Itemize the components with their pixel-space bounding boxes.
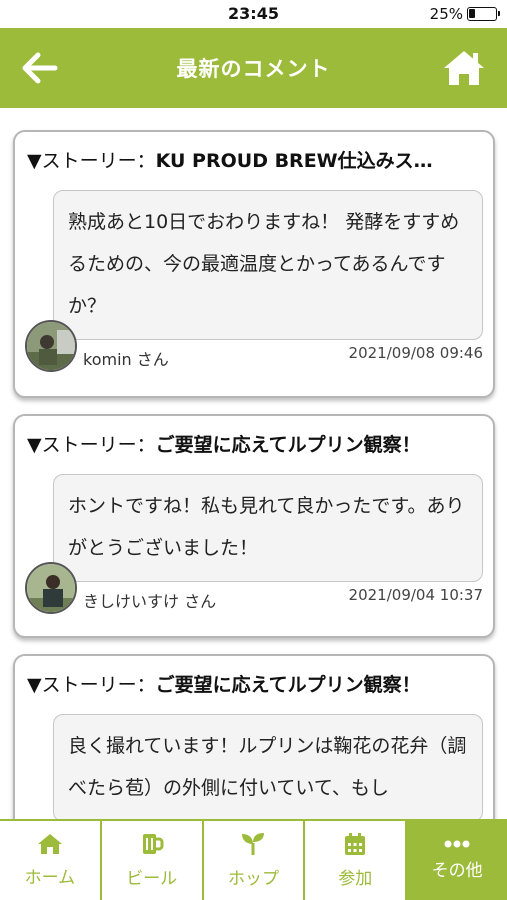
tab-home[interactable]: ホーム (0, 821, 102, 900)
comment-card[interactable]: ▼ストーリー：ご要望に応えてルプリン観察！ 良く撮れています！ルプリンは鞠花の花… (13, 654, 495, 819)
home-icon (444, 51, 484, 85)
tab-label: ホーム (24, 868, 76, 888)
tab-label: 参加 (338, 869, 373, 889)
page-title: 最新のコメント (176, 57, 331, 81)
avatar[interactable] (25, 562, 77, 614)
comment-meta: きしけいすけ さん 2021/09/04 10:37 (25, 562, 483, 614)
home-button[interactable] (441, 46, 487, 90)
user-name: komin さん (83, 350, 169, 369)
status-bar: 23:45 25% (0, 0, 507, 28)
tab-label: ビール (126, 869, 178, 889)
comment-meta: komin さん 2021/09/08 09:46 (25, 320, 483, 372)
story-link[interactable]: ▼ストーリー：ご要望に応えてルプリン観察！ (27, 430, 483, 460)
back-arrow-icon (22, 52, 58, 84)
comment-bubble: ホントですね！私も見れて良かったです。ありがとうございました！ (53, 474, 483, 582)
tab-other[interactable]: その他 (407, 821, 507, 900)
story-prefix: ▼ストーリー： (27, 674, 156, 696)
battery-indicator: 25% (429, 5, 500, 23)
beer-mug-icon (142, 834, 164, 854)
story-title: ご要望に応えてルプリン観察！ (155, 434, 421, 456)
battery-percent: 25% (429, 5, 463, 23)
comment-bubble: 熟成あと10日でおわりますね！ 発酵をすすめるための、今の最適温度とかってあるん… (53, 190, 483, 340)
story-prefix: ▼ストーリー： (27, 434, 156, 456)
avatar-photo (27, 564, 75, 612)
story-title: KU PROUD BREW仕込みス… (155, 150, 433, 172)
user-name: きしけいすけ さん (83, 592, 217, 611)
sprout-icon (242, 833, 265, 855)
comment-bubble: 良く撮れています！ルプリンは鞠花の花弁（調べたら苞）の外側に付いていて、もし (53, 714, 483, 819)
app-header: 最新のコメント (0, 28, 507, 108)
story-link[interactable]: ▼ストーリー：KU PROUD BREW仕込みス… (27, 146, 483, 176)
comment-card[interactable]: ▼ストーリー：ご要望に応えてルプリン観察！ ホントですね！私も見れて良かったです… (13, 414, 495, 638)
comment-date: 2021/09/08 09:46 (348, 344, 483, 362)
avatar-photo (27, 322, 75, 370)
comment-card[interactable]: ▼ストーリー：KU PROUD BREW仕込みス… 熟成あと10日でおわりますね… (13, 130, 495, 398)
story-title: ご要望に応えてルプリン観察！ (155, 674, 421, 696)
comment-list[interactable]: ▼ストーリー：KU PROUD BREW仕込みス… 熟成あと10日でおわりますね… (0, 108, 507, 819)
tab-label: ホップ (227, 869, 279, 889)
calendar-icon (345, 833, 366, 855)
back-button[interactable] (20, 48, 60, 88)
comment-date: 2021/09/04 10:37 (348, 586, 483, 604)
tab-join[interactable]: 参加 (305, 821, 408, 900)
story-link[interactable]: ▼ストーリー：ご要望に応えてルプリン観察！ (27, 670, 483, 700)
tab-label: その他 (431, 861, 483, 881)
tab-beer[interactable]: ビール (102, 821, 204, 900)
story-prefix: ▼ストーリー： (27, 150, 156, 172)
home-icon (37, 834, 62, 854)
bottom-tab-bar: ホーム ビール ホップ 参加 その他 (0, 819, 507, 900)
battery-icon (467, 7, 500, 21)
avatar[interactable] (25, 320, 77, 372)
tab-hop[interactable]: ホップ (204, 821, 306, 900)
more-dots-icon (444, 840, 470, 848)
